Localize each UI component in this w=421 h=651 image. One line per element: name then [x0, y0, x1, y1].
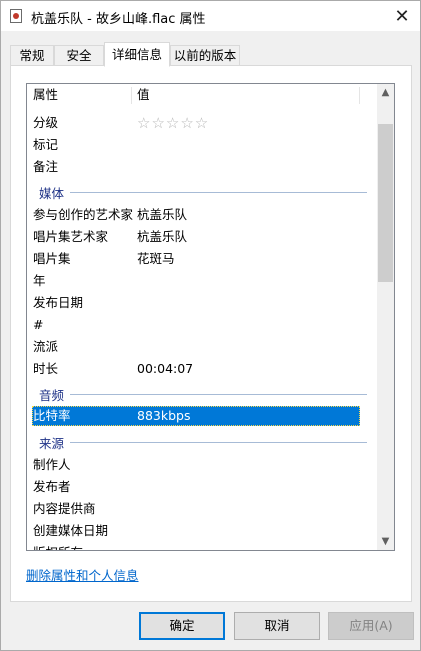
property-row[interactable]: 唱片集 花斑马: [27, 248, 377, 270]
scroll-thumb[interactable]: [378, 124, 393, 282]
tab-previous-versions[interactable]: 以前的版本: [170, 45, 240, 65]
rating-stars[interactable]: ☆☆☆☆☆: [137, 112, 209, 135]
close-button[interactable]: ✕: [384, 1, 420, 31]
property-value: 883kbps: [137, 408, 191, 423]
property-value: 杭盖乐队: [137, 229, 188, 244]
property-key: #: [33, 317, 44, 332]
property-value: 花斑马: [137, 251, 175, 266]
tab-security[interactable]: 安全: [54, 45, 104, 65]
remove-properties-link[interactable]: 删除属性和个人信息: [26, 565, 139, 584]
property-key: 版权所有: [33, 542, 83, 550]
group-label: 媒体: [39, 183, 71, 202]
property-row-rating[interactable]: 分级 ☆☆☆☆☆: [27, 112, 377, 134]
property-key: 标记: [33, 137, 59, 152]
property-key: 内容提供商: [33, 501, 96, 516]
property-row-comments[interactable]: 备注: [27, 156, 377, 178]
group-divider: [69, 442, 367, 443]
group-header-origin: 来源: [27, 430, 377, 452]
property-row[interactable]: 内容提供商: [27, 498, 377, 520]
vertical-scrollbar[interactable]: ▲ ▼: [377, 84, 394, 550]
column-header: 属性 值: [27, 84, 377, 106]
group-label: 音频: [39, 385, 71, 404]
star-icon[interactable]: ☆☆☆☆☆: [137, 114, 209, 132]
group-header-audio: 音频: [27, 382, 377, 404]
property-row[interactable]: 参与创作的艺术家 杭盖乐队: [27, 204, 377, 226]
apply-button[interactable]: 应用(A): [328, 612, 414, 640]
property-key: 发布者: [33, 479, 71, 494]
property-row[interactable]: 流派: [27, 336, 377, 358]
property-row-partial[interactable]: 版权所有: [27, 542, 377, 550]
properties-list-content: 属性 值 分级 ☆☆☆☆☆ 标记 备注 媒体 参与创作的艺术家 杭盖乐队 唱片集…: [27, 84, 377, 550]
column-divider[interactable]: [359, 87, 360, 104]
property-row[interactable]: 发布日期: [27, 292, 377, 314]
properties-dialog: 杭盖乐队 - 故乡山峰.flac 属性 ✕ 常规 安全 详细信息 以前的版本 属…: [0, 0, 421, 651]
property-row-selected[interactable]: 比特率 883kbps: [27, 405, 377, 427]
property-row[interactable]: 年: [27, 270, 377, 292]
tab-general[interactable]: 常规: [10, 45, 54, 65]
tab-details[interactable]: 详细信息: [104, 42, 170, 67]
scroll-down-icon[interactable]: ▼: [377, 533, 394, 550]
properties-list[interactable]: 属性 值 分级 ☆☆☆☆☆ 标记 备注 媒体 参与创作的艺术家 杭盖乐队 唱片集…: [26, 83, 395, 551]
details-panel: 属性 值 分级 ☆☆☆☆☆ 标记 备注 媒体 参与创作的艺术家 杭盖乐队 唱片集…: [10, 65, 412, 602]
property-row[interactable]: 创建媒体日期: [27, 520, 377, 542]
group-divider: [69, 192, 367, 193]
property-key: 发布日期: [33, 295, 84, 310]
property-key: 参与创作的艺术家: [33, 207, 134, 222]
column-divider[interactable]: [131, 87, 132, 104]
cancel-button[interactable]: 取消: [234, 612, 320, 640]
property-value: 00:04:07: [137, 361, 194, 376]
property-row[interactable]: #: [27, 314, 377, 336]
property-row[interactable]: 唱片集艺术家 杭盖乐队: [27, 226, 377, 248]
property-row-tags[interactable]: 标记: [27, 134, 377, 156]
property-key: 时长: [33, 361, 59, 376]
column-header-value[interactable]: 值: [137, 84, 150, 106]
flac-file-icon: [10, 9, 22, 23]
property-key: 分级: [33, 115, 59, 130]
selection-highlight: [32, 406, 360, 426]
property-key: 唱片集艺术家: [33, 229, 109, 244]
property-key: 制作人: [33, 457, 71, 472]
property-value: 杭盖乐队: [137, 207, 188, 222]
property-key: 唱片集: [33, 251, 71, 266]
title-bar: 杭盖乐队 - 故乡山峰.flac 属性 ✕: [1, 1, 420, 31]
group-label: 来源: [39, 433, 71, 452]
scroll-up-icon[interactable]: ▲: [377, 84, 394, 101]
property-row[interactable]: 制作人: [27, 454, 377, 476]
property-key: 流派: [33, 339, 59, 354]
property-key: 创建媒体日期: [33, 523, 109, 538]
property-key: 比特率: [33, 408, 71, 423]
property-row[interactable]: 时长 00:04:07: [27, 358, 377, 380]
property-key: 备注: [33, 159, 59, 174]
column-header-property[interactable]: 属性: [33, 84, 58, 106]
window-title: 杭盖乐队 - 故乡山峰.flac 属性: [31, 12, 206, 27]
group-header-media: 媒体: [27, 180, 377, 202]
property-row[interactable]: 发布者: [27, 476, 377, 498]
group-divider: [69, 394, 367, 395]
ok-button[interactable]: 确定: [139, 612, 225, 640]
property-key: 年: [33, 273, 46, 288]
